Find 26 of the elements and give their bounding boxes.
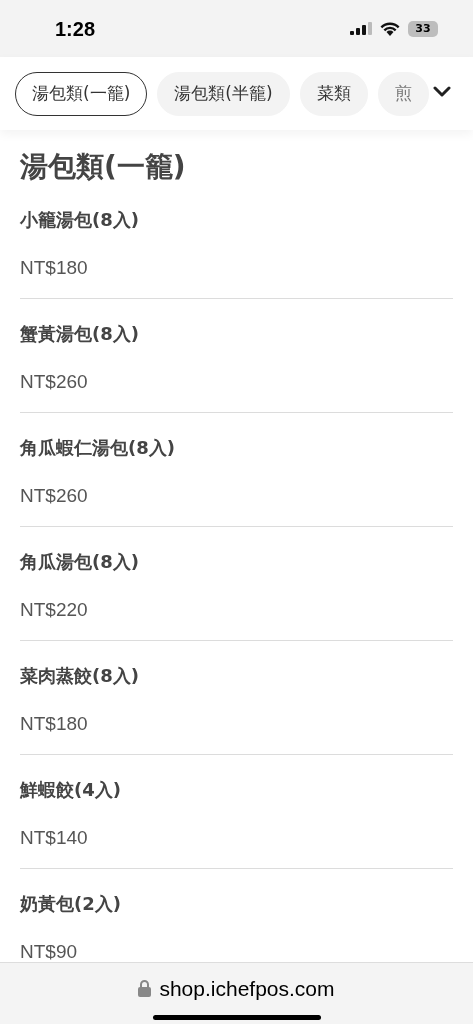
signal-icon (350, 22, 372, 35)
section-title: 湯包類(一籠) (20, 149, 187, 185)
item-price: NT$180 (20, 712, 89, 736)
battery-icon: 33 (408, 20, 438, 37)
chevron-down-icon[interactable] (433, 86, 451, 98)
category-tab[interactable]: 湯包類(半籠) (157, 71, 290, 116)
item-name[interactable]: 鮮蝦餃(4入) (20, 777, 453, 803)
item-price: NT$260 (20, 370, 89, 394)
item-price: NT$260 (20, 484, 89, 508)
category-tab[interactable]: 湯包類(一籠) (15, 71, 148, 116)
url-text[interactable]: shop.ichefpos.com (159, 973, 335, 1005)
item-price: NT$90 (20, 940, 79, 962)
item-price: NT$140 (20, 826, 89, 850)
item-name[interactable]: 角瓜湯包(8入) (20, 549, 453, 575)
item-name[interactable]: 角瓜蝦仁湯包(8入) (20, 435, 453, 461)
item-price: NT$180 (20, 256, 89, 280)
item-name[interactable]: 奶黃包(2入) (20, 891, 453, 917)
status-time: 1:28 (55, 16, 96, 42)
item-name[interactable]: 小籠湯包(8入) (20, 207, 453, 233)
category-tab[interactable]: 菜類 (299, 71, 368, 116)
category-tab[interactable]: 煎 (377, 71, 429, 116)
item-price: NT$220 (20, 598, 89, 622)
item-name[interactable]: 菜肉蒸餃(8入) (20, 663, 453, 689)
item-name[interactable]: 蟹黃湯包(8入) (20, 321, 453, 347)
wifi-icon (380, 21, 400, 36)
lock-icon (138, 980, 152, 998)
